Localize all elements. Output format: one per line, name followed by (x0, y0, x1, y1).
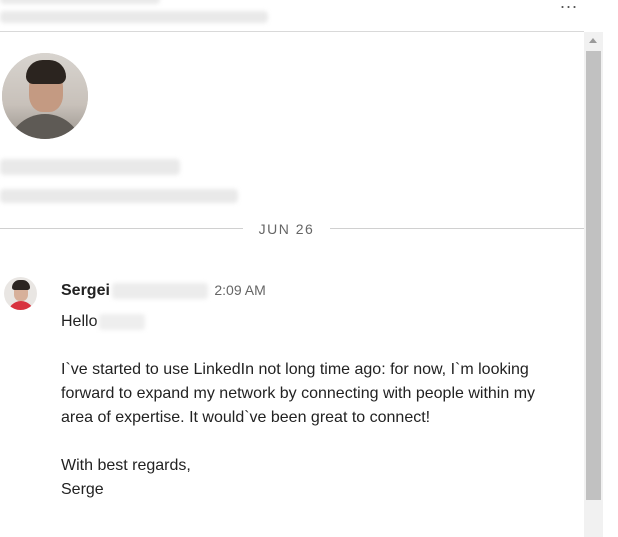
profile-name-redacted (0, 159, 180, 175)
more-options-button[interactable]: ... (556, 0, 582, 11)
profile-headline-redacted (0, 189, 238, 203)
scroll-up-arrow-icon[interactable] (584, 32, 603, 50)
message-timestamp: 2:09 AM (214, 282, 266, 298)
profile-avatar[interactable] (2, 53, 88, 139)
greeting-name-redacted (99, 313, 146, 330)
message-signoff: With best regards, (61, 457, 191, 474)
sender-name[interactable]: Sergei (61, 282, 110, 299)
conversation-header: ... (0, 0, 584, 32)
message-greeting-line: Hello (61, 310, 561, 334)
message-paragraph: I`ve started to use LinkedIn not long ti… (61, 361, 536, 426)
sender-avatar[interactable] (4, 277, 37, 310)
vertical-scrollbar[interactable] (584, 32, 603, 537)
message-meta: Sergei 2:09 AM (61, 282, 266, 302)
scrollbar-thumb[interactable] (586, 51, 601, 500)
message-greeting: Hello (61, 313, 98, 330)
header-title-redacted (0, 11, 268, 23)
date-label: JUN 26 (258, 221, 315, 237)
sender-surname-redacted (111, 282, 208, 299)
message-thread[interactable]: JUN 26 Sergei 2:09 AM Hello I`ve started… (0, 32, 584, 537)
message-body: Hello I`ve started to use LinkedIn not l… (61, 310, 561, 502)
message-signature: Serge (61, 481, 104, 498)
divider-line-left (0, 228, 243, 229)
header-name-redacted (0, 0, 160, 4)
divider-line-right (330, 228, 584, 229)
date-divider: JUN 26 (0, 218, 584, 240)
